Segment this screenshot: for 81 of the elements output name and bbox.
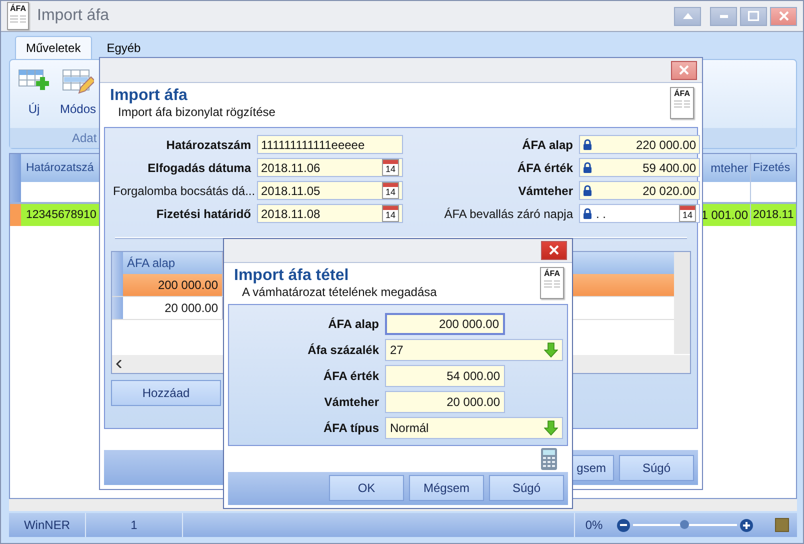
input-field[interactable]: 20 000.00	[385, 391, 505, 414]
square-icon[interactable]	[775, 518, 789, 532]
row-indicator[interactable]	[112, 274, 123, 296]
field-label: ÁFA alap	[521, 138, 573, 152]
date-field[interactable]: . . 14	[579, 204, 700, 223]
minimize-icon	[720, 14, 728, 18]
ribbon-button[interactable]: Módos	[60, 66, 96, 122]
close-icon	[778, 11, 788, 21]
close-icon	[549, 245, 559, 256]
date-field[interactable]: 2018.11.08 14	[257, 204, 403, 223]
tab[interactable]: Egyéb	[96, 36, 152, 59]
date-field[interactable]: 2018.11.05 14	[257, 181, 403, 200]
group-label: Adat	[72, 131, 97, 145]
zoom-in-icon[interactable]	[740, 518, 753, 532]
document-icon: ÁFA	[540, 266, 564, 299]
down-arrow-icon[interactable]	[544, 420, 558, 436]
row-header	[10, 154, 21, 182]
input-field[interactable]: 59 400.00	[579, 158, 700, 177]
field-label: Vámteher	[517, 184, 573, 198]
field-label: ÁFA alap	[327, 317, 379, 332]
dropdown[interactable]: 27	[385, 339, 563, 362]
maximize-button[interactable]	[740, 6, 767, 26]
field-label: ÁFA érték	[322, 369, 379, 384]
close-button[interactable]	[671, 60, 697, 80]
field-label: Elfogadás dátuma	[146, 160, 251, 174]
field-label: ÁFA típus	[322, 421, 379, 436]
field-label: ÁFA érték	[516, 160, 573, 174]
lock-icon	[583, 185, 592, 196]
lock-icon	[583, 208, 592, 219]
ribbon-button[interactable]: Új	[18, 66, 50, 122]
input-field[interactable]: 200 000.00	[385, 313, 505, 336]
document-icon: ÁFA	[670, 87, 694, 119]
field-label: Vámteher	[323, 395, 379, 410]
row-header	[112, 252, 123, 274]
dropdown[interactable]: Normál	[385, 417, 563, 440]
lock-icon	[583, 162, 592, 173]
dialog-subtitle: A vámhatározat tételének megadása	[241, 284, 437, 299]
maximize-icon	[748, 11, 759, 21]
dialog-button[interactable]: Súgó	[489, 475, 564, 502]
calendar-icon[interactable]: 14	[679, 205, 696, 222]
field-label: Fizetési határidő	[155, 206, 251, 220]
slider-thumb[interactable]	[680, 520, 689, 529]
dialog-button[interactable]: Súgó	[619, 454, 694, 480]
calculator-icon[interactable]	[540, 447, 558, 472]
field-label: ÁFA bevallás záró napja	[443, 206, 573, 220]
input-field[interactable]: 54 000.00	[385, 365, 505, 388]
calendar-icon[interactable]: 14	[382, 182, 399, 199]
field-label: Határozatszám	[165, 138, 251, 152]
scrollbar[interactable]	[674, 252, 690, 354]
calendar-icon[interactable]: 14	[382, 205, 399, 222]
collapse-button[interactable]	[674, 6, 701, 26]
dialog-subtitle: Import áfa bizonylat rögzítése	[117, 105, 276, 119]
down-arrow-icon[interactable]	[544, 342, 558, 358]
date-field[interactable]: 2018.11.06 14	[257, 158, 403, 177]
dialog-title: Import áfa	[110, 87, 188, 105]
input-field[interactable]: 20 020.00	[579, 181, 700, 200]
close-icon	[679, 65, 689, 75]
tab[interactable]: Műveletek	[15, 36, 92, 59]
close-button[interactable]	[770, 6, 797, 26]
status-text: 1	[130, 518, 138, 532]
calendar-icon[interactable]: 14	[382, 159, 399, 176]
column-header[interactable]: Fizetés	[750, 154, 796, 182]
dialog-button[interactable]: OK	[329, 475, 404, 502]
dialog-button[interactable]: Mégsem	[409, 475, 484, 502]
row-indicator[interactable]	[112, 297, 123, 319]
table-cell: 2018.11	[750, 204, 796, 226]
status-text: WinNER	[24, 518, 70, 532]
window-title: Import áfa	[37, 7, 110, 25]
document-icon: ÁFA	[7, 2, 29, 30]
input-field[interactable]: 111111111111eeeee	[257, 135, 403, 154]
field-label: Áfa százalék	[306, 343, 379, 358]
dialog-title: Import áfa tétel	[234, 266, 350, 285]
minimize-button[interactable]	[710, 6, 737, 26]
zoom-out-icon[interactable]	[617, 518, 630, 532]
zoom-percent: 0%	[584, 518, 604, 532]
row-header	[10, 182, 21, 202]
add-button[interactable]: Hozzáad	[111, 380, 221, 406]
lock-icon	[583, 139, 592, 150]
close-button[interactable]	[541, 240, 567, 260]
input-field[interactable]: 220 000.00	[579, 135, 700, 154]
up-arrow-icon	[682, 13, 692, 19]
